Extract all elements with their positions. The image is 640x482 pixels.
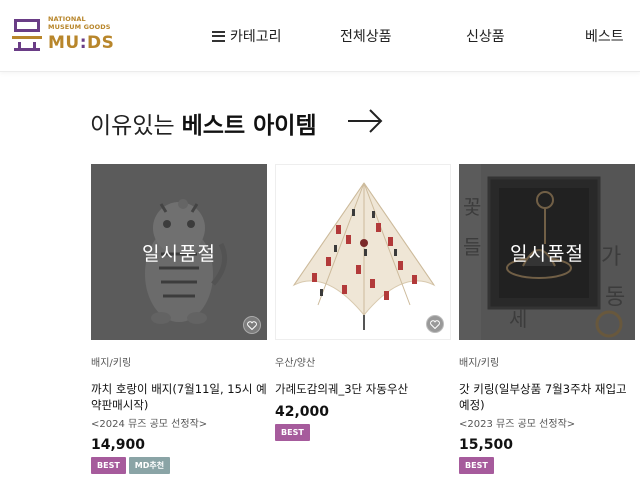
- best-badge: BEST: [91, 457, 126, 474]
- nav-best[interactable]: 베스트: [585, 26, 624, 46]
- product-contest: <2023 뮤즈 공모 선정작>: [459, 419, 576, 430]
- best-badge: BEST: [459, 457, 494, 474]
- product-name[interactable]: 갓 키링(일부상품 7월3주차 재입고 예정): [459, 381, 635, 413]
- product-badges: BEST: [275, 424, 451, 441]
- nav-category[interactable]: 카테고리: [212, 26, 282, 46]
- hamburger-menu-icon: [212, 30, 225, 42]
- best-badge: BEST: [275, 424, 310, 441]
- nav-all-products[interactable]: 전체상품: [340, 26, 392, 46]
- product-price: 42,000: [275, 404, 330, 420]
- nav-new-products[interactable]: 신상품: [466, 26, 505, 46]
- product-category: 배지/키링: [91, 358, 132, 369]
- product-card[interactable]: 일시품절 배지/키링 까치 호랑이 배지(7월11일, 15시 예약판매시작) …: [91, 164, 267, 474]
- nav-category-label: 카테고리: [230, 29, 282, 45]
- soldout-label: 일시품절: [142, 242, 216, 265]
- product-name[interactable]: 까치 호랑이 배지(7월11일, 15시 예약판매시작): [91, 381, 267, 413]
- main-nav: 카테고리 전체상품 신상품 베스트: [0, 26, 640, 46]
- product-price: 15,500: [459, 437, 514, 453]
- product-thumbnail[interactable]: 일시품절: [91, 164, 267, 340]
- product-card[interactable]: 꽃 들 가 동 세 일시품절 배지/키링 갓 키링(일부상품 7월3주차 재입고…: [459, 164, 635, 474]
- soldout-overlay: 일시품절: [91, 164, 267, 340]
- umbrella-image: [276, 165, 450, 339]
- product-badges: BEST: [459, 457, 635, 474]
- product-price: 14,900: [91, 437, 146, 453]
- section-title: 이유있는 베스트 아이템: [90, 106, 317, 140]
- soldout-overlay: 일시품절: [459, 164, 635, 340]
- section-title-light: 이유있는: [90, 113, 175, 139]
- heart-icon: [247, 320, 257, 330]
- product-category: 우산/양산: [275, 358, 316, 369]
- site-header: NATIONAL MUSEUM GOODS MU:DS 카테고리 전체상품 신상…: [0, 0, 640, 72]
- product-card[interactable]: 우산/양산 가례도감의궤_3단 자동우산 42,000 BEST: [275, 164, 451, 441]
- section-title-bold: 베스트 아이템: [181, 113, 317, 139]
- md-recommend-badge: MD추천: [128, 457, 171, 474]
- wishlist-button[interactable]: [243, 316, 261, 334]
- product-badges: BEST MD추천: [91, 457, 267, 474]
- product-thumbnail[interactable]: 꽃 들 가 동 세 일시품절: [459, 164, 635, 340]
- heart-icon: [430, 319, 440, 329]
- product-name[interactable]: 가례도감의궤_3단 자동우산: [275, 381, 451, 397]
- product-contest: <2024 뮤즈 공모 선정작>: [91, 419, 208, 430]
- arrow-right-icon[interactable]: [347, 108, 383, 134]
- wishlist-button[interactable]: [426, 315, 444, 333]
- product-thumbnail[interactable]: [275, 164, 451, 340]
- product-category: 배지/키링: [459, 358, 500, 369]
- soldout-label: 일시품절: [510, 242, 584, 265]
